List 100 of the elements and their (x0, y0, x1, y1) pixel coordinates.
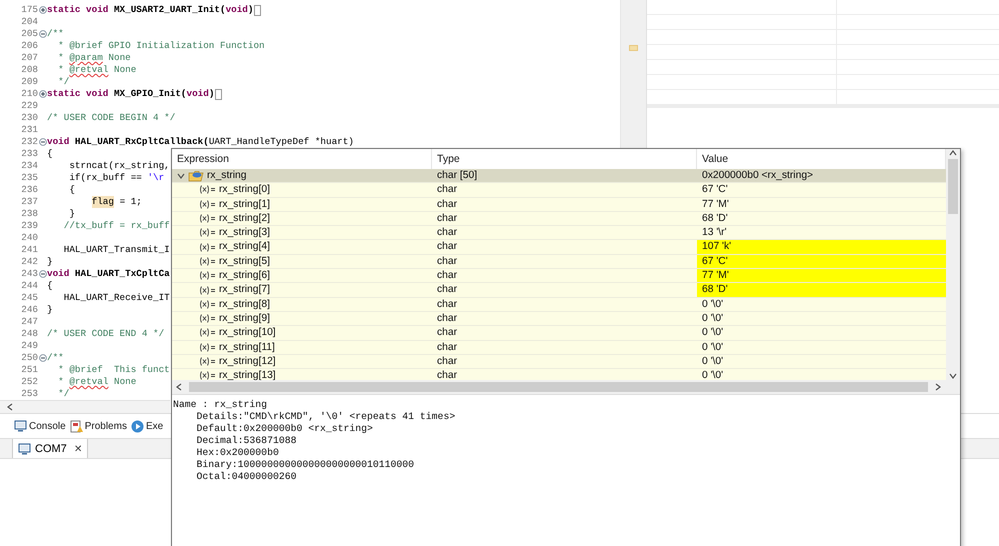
code-text: { (47, 148, 53, 160)
code-text: * @brief This funct (58, 364, 170, 376)
line-number: 233 (20, 148, 38, 160)
code-text: void (47, 136, 70, 148)
type-text: char (437, 254, 458, 268)
line-number: 242 (20, 256, 38, 268)
code-text: HAL_UART_TxCpltCa (74, 268, 170, 280)
code-text: ) (208, 88, 214, 100)
code-text: HAL_UART_Receive_IT (64, 292, 170, 304)
expression-text: rx_string[11] (219, 340, 275, 354)
value-cell-text: 0 '\0' (701, 340, 724, 354)
line-number: 209 (20, 76, 38, 88)
line-number: 239 (20, 220, 38, 232)
code-text: { (69, 184, 75, 196)
type-text: char (437, 369, 458, 380)
type-text: char (437, 198, 458, 211)
detail-text: Name : rx_string (173, 399, 268, 411)
value-cell-text: 0 '\0' (701, 312, 724, 326)
code-text: /* USER CODE BEGIN 4 */ (47, 112, 176, 124)
expression-text: rx_string[10] (219, 326, 276, 340)
type-text: char (437, 226, 458, 240)
detail-text: Binary:100000000000000000000010110000 (196, 459, 414, 471)
type-text: char (437, 298, 458, 311)
detail-text: Octal:04000000260 (196, 471, 296, 483)
detail-text: Default:0x200000b0 <rx_string> (196, 423, 373, 435)
value-cell-text: 0 '\0' (701, 326, 724, 340)
line-number: 210 (20, 88, 38, 100)
expression-text: rx_string[3] (219, 226, 270, 240)
line-number: 235 (20, 172, 38, 184)
code-text: */ (58, 76, 70, 88)
expression-text: rx_string[8] (219, 298, 270, 311)
code-text: UART_HandleTypeDef *huart) (208, 136, 354, 148)
code-text: None (114, 376, 136, 388)
code-text: /** (47, 28, 64, 40)
type-text: char (437, 312, 458, 326)
type-text: char (437, 212, 458, 226)
value-cell: 77 'M' (697, 269, 946, 282)
code-text: strncat(rx_string, (69, 160, 170, 172)
code-text: void (186, 88, 209, 100)
line-number: 246 (20, 304, 38, 316)
highlighted-code: flag (92, 196, 114, 208)
expression-text: rx_string[12] (219, 354, 276, 368)
value-cell: 68 'D' (697, 283, 946, 297)
line-number: 204 (20, 16, 38, 28)
line-number: 238 (20, 208, 38, 220)
code-text: void (226, 4, 248, 16)
expression-text: rx_string[1] (219, 198, 270, 211)
line-number: 252 (20, 376, 38, 388)
line-number: 249 (20, 340, 38, 352)
code-text: HAL_UART_Transmit_I (64, 244, 170, 256)
line-number: 243 (20, 268, 38, 280)
value-cell-text: 68 'D' (701, 212, 729, 226)
code-text: } (47, 304, 53, 316)
line-number: 231 (20, 124, 38, 136)
line-number: 232 (20, 136, 38, 148)
code-text: HAL_UART_RxCpltCallback( (74, 136, 209, 148)
misspelled-code: @param (69, 52, 103, 64)
line-number: 230 (20, 112, 38, 124)
code-text: } (69, 208, 75, 220)
type-text: char (437, 183, 458, 197)
line-number: 205 (20, 28, 38, 40)
type-text: char (437, 283, 458, 297)
expression-text: rx_string[6] (219, 269, 270, 282)
code-text: '\r (147, 172, 164, 184)
code-text: MX_USART2_UART_Init( (114, 4, 226, 16)
line-number: 208 (20, 64, 38, 76)
value-cell-text: 0 '\0' (701, 369, 724, 380)
type-text: char (437, 240, 458, 254)
type-text: char (437, 340, 458, 354)
code-text: * (58, 376, 65, 388)
line-number: 236 (20, 184, 38, 196)
expression-text: rx_string[13] (219, 369, 276, 380)
code-text: */ (58, 388, 70, 400)
detail-text: Hex:0x200000b0 (196, 447, 279, 459)
code-text: //tx_buff = rx_buff (64, 220, 170, 232)
expression-text: rx_string[5] (219, 254, 270, 268)
code-text: void (47, 268, 70, 280)
line-number: 250 (20, 352, 38, 364)
line-number: 234 (20, 160, 38, 172)
code-text: } (47, 256, 53, 268)
expression-text: rx_string (207, 169, 246, 182)
line-number: 237 (20, 196, 38, 208)
expression-text: rx_string[4] (219, 240, 270, 254)
line-number: 245 (20, 292, 38, 304)
value-cell-text: 77 'M' (701, 198, 730, 211)
value-cell-text: 13 '\r' (701, 226, 728, 240)
code-text: None (114, 64, 136, 76)
value-cell-text: 0 '\0' (701, 354, 724, 368)
line-number: 207 (20, 52, 38, 64)
code-text: * (58, 64, 65, 76)
code-text: MX_GPIO_Init( (114, 88, 186, 100)
detail-text: Details:"CMD\rkCMD", '\0' <repeats 41 times> (196, 411, 456, 423)
value-cell: 67 'C' (697, 254, 946, 268)
code-text: * @brief GPIO Initialization Function (58, 40, 265, 52)
line-number: 175 (20, 4, 38, 16)
misspelled-code: @retval (69, 376, 108, 388)
code-text: /** (47, 352, 64, 364)
code-text: None (108, 52, 131, 64)
detail-text: Decimal:536871088 (196, 435, 296, 447)
type-text: char (437, 269, 458, 282)
